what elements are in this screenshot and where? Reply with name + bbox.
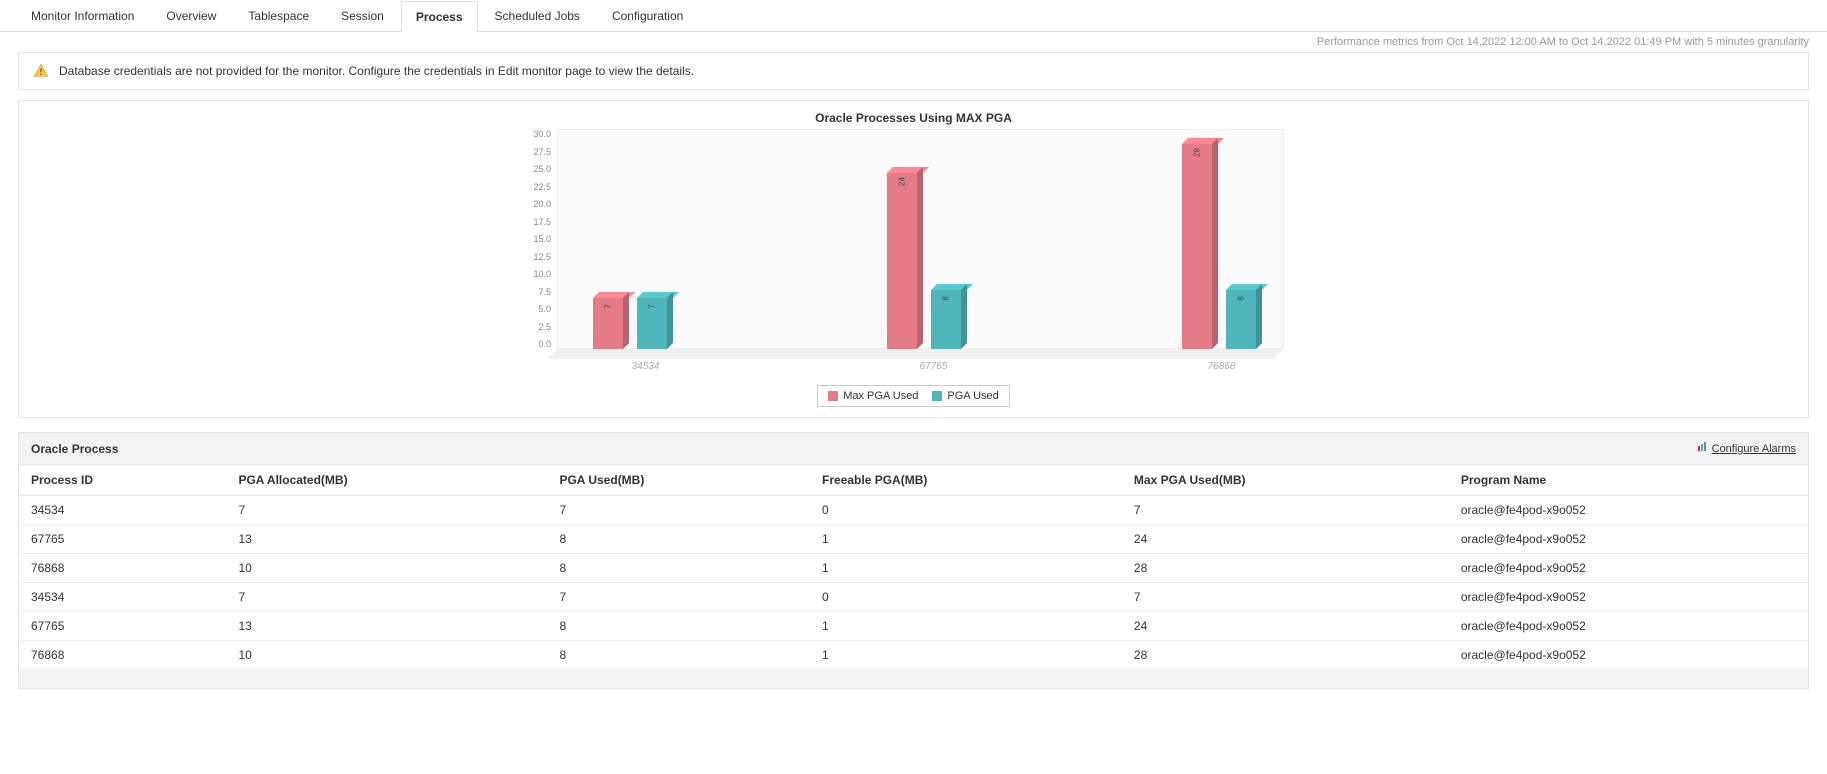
legend-item: Max PGA Used — [828, 390, 918, 402]
table-title: Oracle Process — [31, 442, 118, 456]
warning-text: Database credentials are not provided fo… — [59, 64, 694, 78]
tab-monitor-information[interactable]: Monitor Information — [16, 0, 149, 31]
column-header[interactable]: Process ID — [19, 465, 226, 496]
table-row[interactable]: 76868108128oracle@fe4pod-x9o052 — [19, 554, 1808, 583]
chart-title: Oracle Processes Using MAX PGA — [29, 111, 1798, 125]
metrics-time-range: Performance metrics from Oct 14,2022 12:… — [0, 32, 1827, 52]
chart-y-axis: 30.027.525.022.520.017.515.012.510.07.55… — [534, 129, 558, 349]
tab-overview[interactable]: Overview — [151, 0, 231, 31]
chart-bar[interactable]: 7 — [593, 298, 623, 349]
chart-bar[interactable]: 8 — [931, 290, 961, 349]
chart-panel: Oracle Processes Using MAX PGA 30.027.52… — [18, 100, 1809, 418]
configure-alarms-link[interactable]: Configure Alarms — [1696, 441, 1796, 456]
tab-configuration[interactable]: Configuration — [597, 0, 698, 31]
alarm-settings-icon — [1696, 441, 1708, 456]
table-footer — [19, 670, 1808, 688]
tab-bar: Monitor InformationOverviewTablespaceSes… — [0, 0, 1827, 32]
warning-banner: Database credentials are not provided fo… — [18, 52, 1809, 90]
chart-bar[interactable]: 24 — [887, 173, 917, 349]
table-row[interactable]: 345347707oracle@fe4pod-x9o052 — [19, 583, 1808, 612]
warning-icon — [33, 63, 49, 79]
bar-group: 248 — [887, 173, 961, 349]
column-header[interactable]: PGA Used(MB) — [547, 465, 810, 496]
chart-bar[interactable]: 8 — [1226, 290, 1256, 349]
process-table: Process IDPGA Allocated(MB)PGA Used(MB)F… — [19, 465, 1808, 670]
table-row[interactable]: 67765138124oracle@fe4pod-x9o052 — [19, 525, 1808, 554]
chart-legend: Max PGA Used PGA Used — [534, 385, 1294, 407]
chart-bar[interactable]: 28 — [1182, 144, 1212, 349]
bar-group: 77 — [593, 298, 667, 349]
column-header[interactable]: Max PGA Used(MB) — [1122, 465, 1449, 496]
process-table-panel: Oracle Process Configure Alarms Process … — [18, 432, 1809, 689]
chart-plot-area: 77248288 — [557, 129, 1293, 359]
table-row[interactable]: 345347707oracle@fe4pod-x9o052 — [19, 496, 1808, 525]
tab-tablespace[interactable]: Tablespace — [233, 0, 324, 31]
table-row[interactable]: 67765138124oracle@fe4pod-x9o052 — [19, 612, 1808, 641]
column-header[interactable]: Freeable PGA(MB) — [810, 465, 1122, 496]
table-row[interactable]: 76868108128oracle@fe4pod-x9o052 — [19, 641, 1808, 670]
tab-session[interactable]: Session — [326, 0, 399, 31]
column-header[interactable]: Program Name — [1449, 465, 1808, 496]
chart-x-axis: 345346776576868 — [574, 361, 1294, 379]
legend-item: PGA Used — [932, 390, 998, 402]
tab-scheduled-jobs[interactable]: Scheduled Jobs — [480, 0, 595, 31]
bar-chart: 30.027.525.022.520.017.515.012.510.07.55… — [534, 129, 1294, 407]
configure-alarms-label: Configure Alarms — [1712, 443, 1796, 455]
chart-bar[interactable]: 7 — [637, 298, 667, 349]
tab-process[interactable]: Process — [401, 1, 478, 32]
column-header[interactable]: PGA Allocated(MB) — [226, 465, 547, 496]
bar-group: 288 — [1182, 144, 1256, 349]
